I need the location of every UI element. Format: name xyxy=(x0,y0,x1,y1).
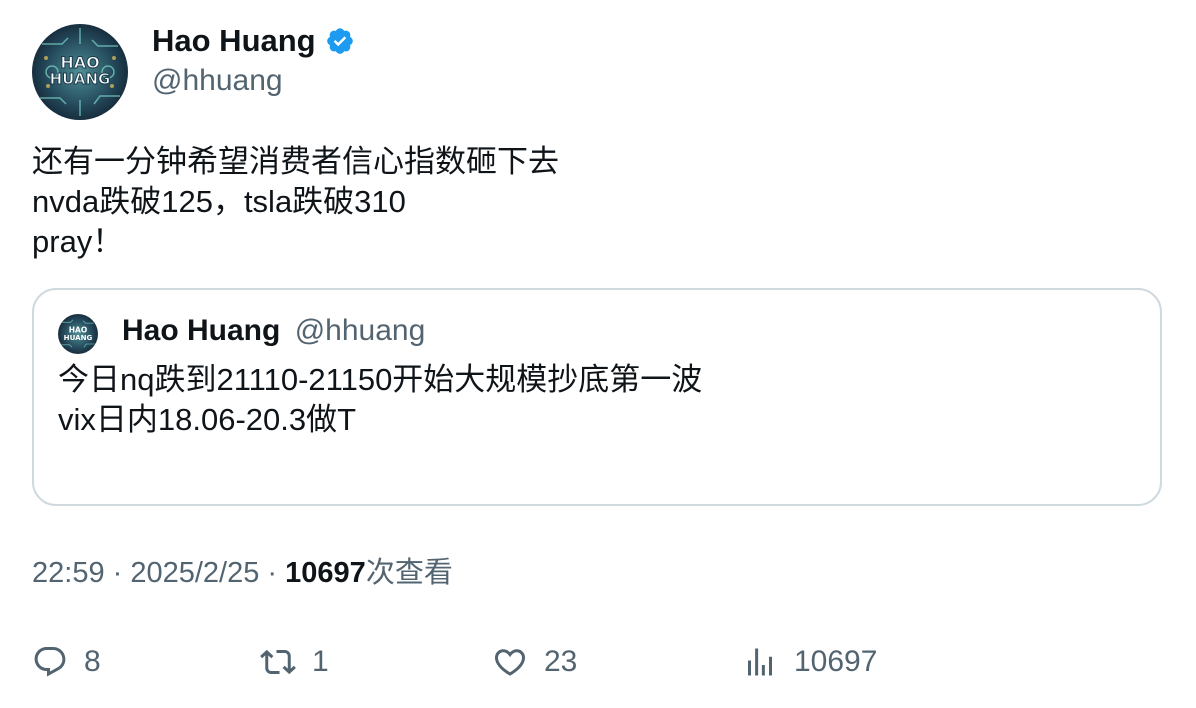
quoted-header: Hao Huang @hhuang xyxy=(122,312,425,350)
meta-separator: · xyxy=(259,557,286,589)
views-label: 次查看 xyxy=(365,557,453,589)
meta-separator: · xyxy=(104,557,131,589)
tweet: HAO HUANG Hao Huang @hhuang 还有一分钟希望消费者信心… xyxy=(0,0,1196,708)
like-button[interactable]: 23 xyxy=(492,640,577,684)
quoted-author-name[interactable]: Hao Huang xyxy=(122,314,280,347)
retweet-icon xyxy=(260,649,296,675)
svg-text:HUANG: HUANG xyxy=(50,70,111,88)
reply-count: 8 xyxy=(84,645,101,678)
views-count: 10697 xyxy=(285,557,366,589)
author-handle[interactable]: @hhuang xyxy=(152,62,283,100)
author-name[interactable]: Hao Huang xyxy=(152,22,355,60)
tweet-time[interactable]: 22:59 xyxy=(32,557,105,589)
author-avatar[interactable]: HAO HUANG xyxy=(32,24,128,120)
svg-text:HUANG: HUANG xyxy=(64,333,93,342)
reply-button[interactable]: 8 xyxy=(32,640,101,684)
author-name-text[interactable]: Hao Huang xyxy=(152,22,316,60)
tweet-text-line: pray！ xyxy=(32,224,124,259)
like-count: 23 xyxy=(544,645,578,678)
tweet-text: 还有一分钟希望消费者信心指数砸下去 nvda跌破125，tsla跌破310 pr… xyxy=(32,142,1152,262)
tweet-text-line: 还有一分钟希望消费者信心指数砸下去 xyxy=(32,144,559,179)
retweet-count: 1 xyxy=(312,645,329,678)
reply-icon xyxy=(34,647,66,677)
like-icon xyxy=(494,649,526,676)
quoted-text: 今日nq跌到21110-21150开始大规模抄底第一波 vix日内18.06-2… xyxy=(58,360,702,440)
tweet-text-line: nvda跌破125，tsla跌破310 xyxy=(32,184,406,219)
tweet-date[interactable]: 2025/2/25 xyxy=(130,557,259,589)
quoted-tweet-card[interactable]: HAO HUANG Hao Huang @hhuang 今日nq跌到21110-… xyxy=(32,288,1162,506)
tweet-meta: 22:59 · 2025/2/25 · 10697次查看 xyxy=(32,554,453,592)
action-bar: 8 1 23 10697 xyxy=(32,640,1172,684)
verified-badge-icon[interactable] xyxy=(325,26,355,56)
views-icon xyxy=(748,648,772,676)
quoted-author-handle[interactable]: @hhuang xyxy=(295,314,426,347)
views-button[interactable]: 10697 xyxy=(742,640,877,684)
views-action-count: 10697 xyxy=(794,645,878,678)
quoted-author-avatar[interactable]: HAO HUANG xyxy=(58,314,98,354)
retweet-button[interactable]: 1 xyxy=(260,640,329,684)
quoted-text-line: 今日nq跌到21110-21150开始大规模抄底第一波 xyxy=(58,362,703,397)
quoted-text-line: vix日内18.06-20.3做T xyxy=(58,402,357,437)
quoted-avatar-image: HAO HUANG xyxy=(58,314,98,354)
avatar-image: HAO HUANG xyxy=(32,24,128,120)
